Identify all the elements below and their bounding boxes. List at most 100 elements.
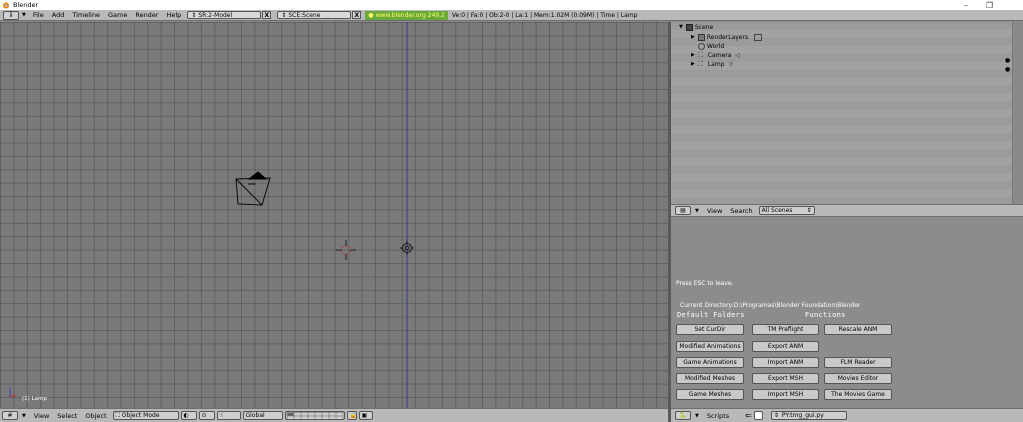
outliner-header: ▤ ▼ View Search All Scenes ⇕: [671, 204, 1023, 217]
modified-animations-button[interactable]: Modified Animations: [676, 341, 744, 352]
export-msh-button[interactable]: Export MSH: [752, 373, 819, 384]
orientation-selector[interactable]: Global: [242, 411, 283, 420]
menu-help[interactable]: Help: [162, 11, 185, 19]
scene-name: SCE:Scene: [288, 11, 321, 19]
menu-view[interactable]: View: [30, 412, 53, 420]
game-meshes-button[interactable]: Game Meshes: [676, 389, 744, 400]
movies-editor-button[interactable]: Movies Editor: [824, 373, 892, 384]
mode-selector[interactable]: ⛶ Object Mode: [112, 411, 179, 420]
layer-grid-icon: [286, 411, 343, 420]
modified-meshes-button[interactable]: Modified Meshes: [676, 373, 744, 384]
expand-triangle-icon[interactable]: ▼: [679, 24, 683, 30]
scripts-header: 🐍 ▼ Scripts ⇐ ⇕ PY:tmg_gui.py: [671, 408, 1023, 422]
collapse-triangle-icon[interactable]: ▼: [695, 413, 699, 419]
collapse-triangle-icon[interactable]: ▼: [22, 12, 26, 18]
outliner-item-camera[interactable]: ▶ ⛶ Camera ◁: [691, 51, 740, 59]
draw-type-button[interactable]: ◐: [180, 411, 197, 420]
expand-triangle-icon[interactable]: ▶: [691, 61, 695, 67]
outliner-label: World: [707, 42, 725, 50]
dropdown-arrows-icon: ⇕: [281, 11, 287, 19]
dropdown-arrows-icon: ⇕: [806, 207, 812, 214]
import-anm-button[interactable]: Import ANM: [752, 357, 819, 368]
outliner-label: Lamp: [707, 60, 725, 68]
maximize-button[interactable]: ❐: [986, 1, 993, 10]
outliner-icon: ▤: [680, 207, 686, 214]
game-animations-button[interactable]: Game Animations: [676, 357, 744, 368]
layer-buttons[interactable]: [284, 411, 345, 420]
delete-screen-button[interactable]: X: [262, 11, 272, 19]
minimize-button[interactable]: –: [964, 1, 968, 10]
back-arrow-icon[interactable]: ⇐: [745, 411, 752, 420]
world-icon: [698, 42, 705, 50]
collapse-triangle-icon[interactable]: ▼: [22, 413, 26, 419]
menu-outliner-search[interactable]: Search: [726, 207, 756, 215]
outliner-scrollbar[interactable]: [1012, 22, 1023, 204]
set-curdir-button[interactable]: Set CurDir: [676, 324, 744, 335]
window-title-bar: Blender – ❐: [0, 0, 1023, 10]
outliner-item-renderlayers[interactable]: ▶ RenderLayers: [691, 33, 763, 41]
screen-selector[interactable]: ⇕ SR:2-Model: [187, 11, 262, 19]
expand-triangle-icon[interactable]: ▶: [691, 34, 695, 40]
script-browse-button[interactable]: [753, 411, 763, 420]
visibility-eye-icon[interactable]: ●: [1005, 57, 1010, 64]
manipulator-toggle[interactable]: ☝: [216, 411, 241, 420]
mode-name: Object Mode: [121, 412, 160, 419]
flm-reader-button[interactable]: FLM Reader: [824, 357, 892, 368]
menu-game[interactable]: Game: [104, 11, 131, 19]
blender-logo-icon: ●: [368, 11, 374, 19]
menu-select[interactable]: Select: [53, 412, 81, 420]
outliner-item-scene[interactable]: ▼ Scene: [679, 23, 713, 31]
scene-selector[interactable]: ⇕ SCE:Scene: [277, 11, 352, 19]
active-object-info: (1) Lamp: [22, 396, 47, 402]
menu-file[interactable]: File: [29, 11, 48, 19]
camera-view-icon: [754, 33, 763, 41]
current-directory: Current Directory:D:\Programas\Blender F…: [680, 302, 861, 309]
viewport-header: # ▼ View Select Object ⛶ Object Mode ◐ ⊙…: [0, 408, 668, 422]
outliner-item-lamp[interactable]: ▶ ⛶ Lamp ☼: [691, 60, 734, 68]
scene-stats: Ve:0 | Fa:0 | Ob:2-0 | La:1 | Mem:1.02M …: [451, 11, 638, 19]
menu-render[interactable]: Render: [131, 11, 162, 19]
menu-outliner-view[interactable]: View: [703, 207, 726, 215]
camera-data-icon: ◁: [735, 51, 741, 59]
editor-type-scripts-button[interactable]: 🐍: [675, 411, 691, 420]
expand-triangle-icon[interactable]: ▶: [691, 52, 695, 58]
delete-scene-button[interactable]: X: [352, 11, 362, 19]
visibility-eye-icon[interactable]: ●: [1005, 66, 1010, 73]
info-icon: i: [9, 11, 13, 19]
scripts-window: Press ESC to leave. Current Directory:D:…: [671, 217, 1023, 408]
orientation-name: Global: [245, 412, 265, 419]
script-name: PY:tmg_gui.py: [781, 412, 824, 419]
editor-type-outliner-button[interactable]: ▤: [675, 206, 691, 215]
lock-layers-button[interactable]: 🔒: [346, 411, 357, 420]
collapse-triangle-icon[interactable]: ▼: [695, 208, 699, 214]
grid-icon: #: [7, 412, 13, 419]
close-icon: X: [354, 11, 360, 19]
screen-name: SR:2-Model: [198, 11, 233, 19]
window-title: Blender: [13, 1, 39, 9]
tm-preflight-button[interactable]: TM Preflight: [752, 324, 819, 335]
outliner-item-world[interactable]: World: [698, 42, 724, 50]
editor-type-3d-button[interactable]: #: [2, 411, 18, 420]
menu-object[interactable]: Object: [81, 412, 110, 420]
outliner-filter-selector[interactable]: All Scenes ⇕: [758, 206, 815, 215]
pivot-button[interactable]: ⊙: [198, 411, 215, 420]
export-anm-button[interactable]: Export ANM: [752, 341, 819, 352]
import-msh-button[interactable]: Import MSH: [752, 389, 819, 400]
object-icon: ⛶: [697, 50, 703, 59]
render-preview-button[interactable]: ▣: [358, 411, 373, 420]
camera-object: [235, 171, 271, 206]
menu-timeline[interactable]: Timeline: [68, 11, 104, 19]
movies-game-button[interactable]: The Movies Game: [824, 389, 892, 400]
script-selector[interactable]: ⇕ PY:tmg_gui.py: [770, 411, 847, 420]
3d-viewport[interactable]: (1) Lamp: [0, 22, 668, 408]
menu-add[interactable]: Add: [48, 11, 69, 19]
outliner[interactable]: ▼ Scene ▶ RenderLayers World ▶ ⛶ Camera …: [671, 22, 1023, 204]
outliner-label: Camera: [707, 51, 732, 59]
hand-icon: ☝: [219, 412, 224, 419]
rescale-anm-button[interactable]: Rescale ANM: [824, 324, 892, 335]
functions-heading: Functions: [805, 311, 846, 319]
sphere-icon: ◐: [183, 412, 189, 419]
menu-scripts[interactable]: Scripts: [703, 412, 733, 420]
editor-type-info-button[interactable]: i: [3, 10, 19, 20]
blender-version-link[interactable]: ● www.blender.org 249.2: [365, 10, 448, 20]
